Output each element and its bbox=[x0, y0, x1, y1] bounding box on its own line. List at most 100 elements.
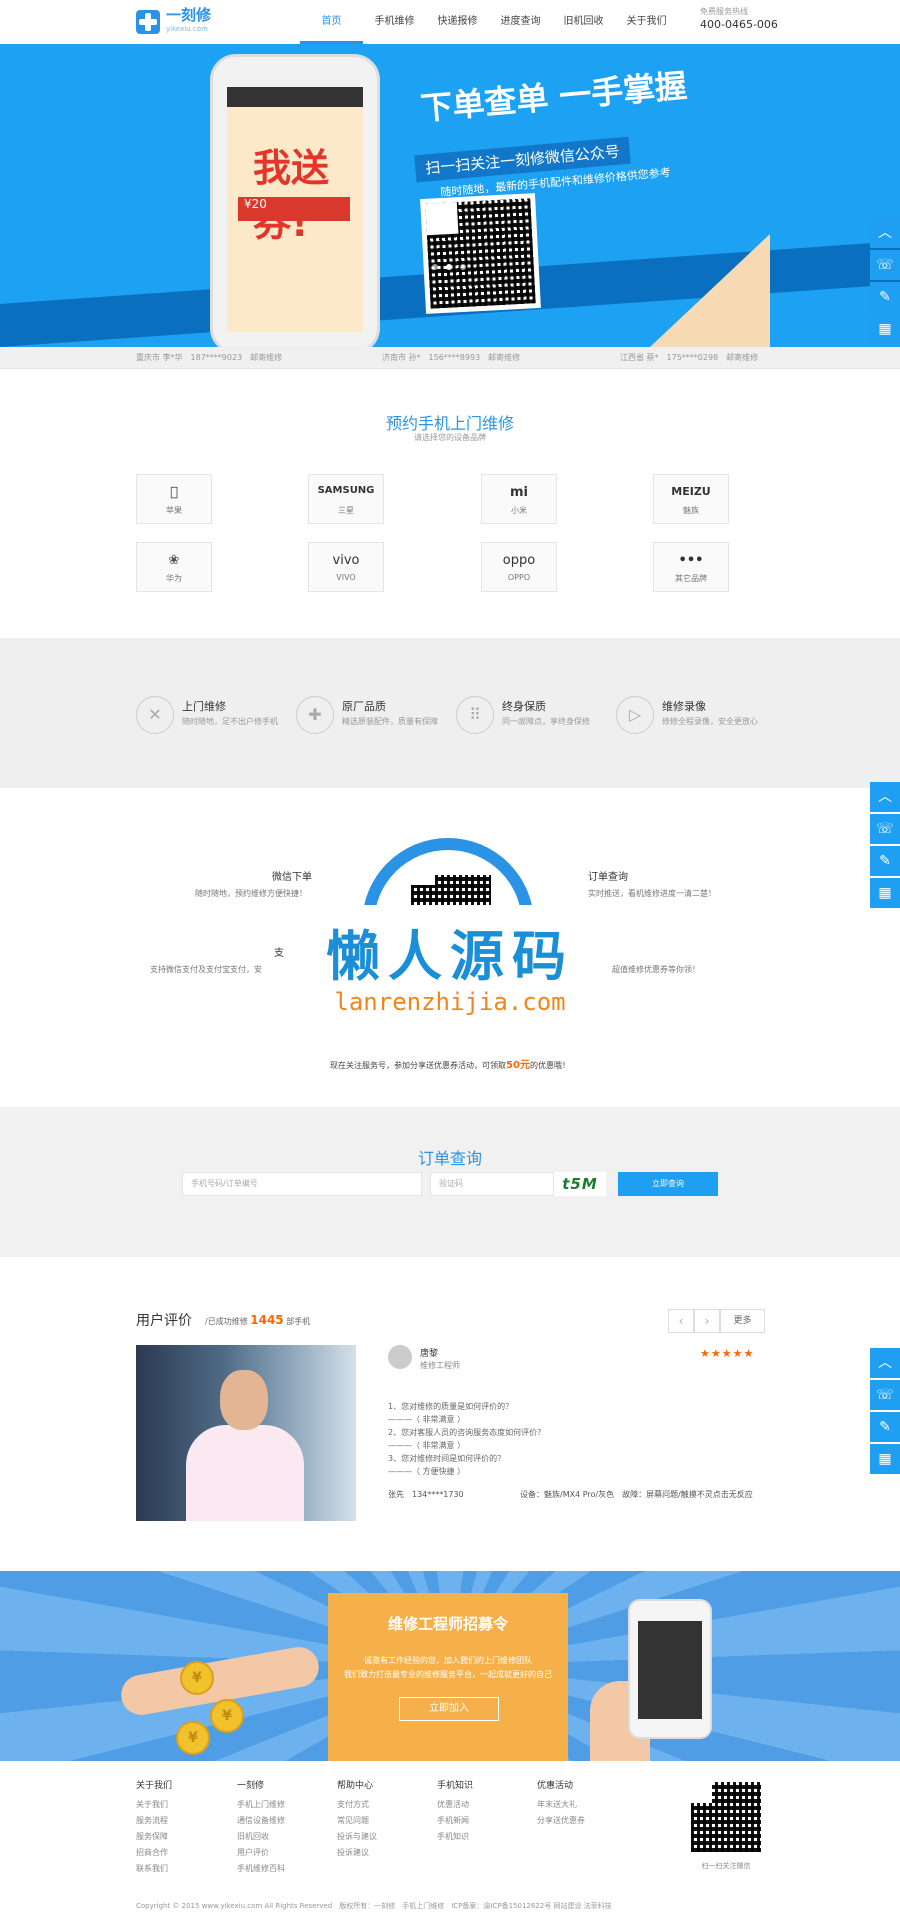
arrow-up-icon[interactable]: ︿ bbox=[870, 218, 900, 248]
coin-icon: ¥ bbox=[210, 1699, 244, 1733]
reviews-more-button[interactable]: 更多 bbox=[720, 1309, 765, 1333]
edit-icon[interactable]: ✎ bbox=[870, 282, 900, 312]
features-strip: ✕ 上门维修 随时随地，足不出户修手机 ✚ 原厂品质 精选原装配件，质量有保障 ⠿ 终身保… bbox=[0, 638, 900, 788]
footer-link[interactable]: 手机上门维修 bbox=[237, 1797, 285, 1813]
nav-home[interactable]: 首页 bbox=[300, 0, 363, 44]
footer-link[interactable]: 手机维修百科 bbox=[237, 1861, 285, 1877]
review-answer: ———（ 方便快捷 ） bbox=[388, 1467, 466, 1476]
coin-icon: ¥ bbox=[176, 1721, 210, 1755]
footer-link[interactable]: 投诉建议 bbox=[337, 1845, 377, 1861]
brand-meizu[interactable]: MEIZU 魅族 bbox=[653, 474, 729, 524]
qr-icon[interactable]: ▦ bbox=[870, 314, 900, 344]
brand-other[interactable]: ••• 其它品牌 bbox=[653, 542, 729, 592]
nav-phone-repair[interactable]: 手机维修 bbox=[363, 0, 426, 44]
captcha-input[interactable]: 验证码 bbox=[430, 1172, 554, 1196]
recruit-line: 诚邀有工作经验的您，加入我们的上门维修团队 bbox=[364, 1656, 532, 1665]
process-order-desc: 实时推送，看机维修进度一清二楚！ bbox=[588, 889, 716, 898]
review-question: 2、您对客服人员的咨询服务态度如何评价？ bbox=[388, 1428, 546, 1437]
footer-link[interactable]: 分享送优惠券 bbox=[537, 1813, 585, 1829]
arrow-up-icon[interactable]: ︿ bbox=[870, 1348, 900, 1378]
footer-qr-caption: 扫一扫关注微信 bbox=[701, 1862, 751, 1870]
footer-link[interactable]: 旧机回收 bbox=[237, 1829, 285, 1845]
recruit-phone-image bbox=[628, 1599, 712, 1739]
footer-col-about: 关于我们 关于我们 服务流程 服务保障 招商合作 联系我们 bbox=[136, 1778, 172, 1877]
logo[interactable]: 一刻修 yikexiu.com bbox=[136, 8, 236, 36]
process-wechat-desc: 随时随地，预约维修方便快捷！ bbox=[195, 889, 307, 898]
brand-huawei[interactable]: ❀ 华为 bbox=[136, 542, 212, 592]
footer-link[interactable]: 服务保障 bbox=[136, 1829, 172, 1845]
review-question: 3、您对维修时间是如何评价的？ bbox=[388, 1454, 506, 1463]
footer-col-help: 帮助中心 支付方式 常见问题 投诉与建议 投诉建议 bbox=[337, 1778, 377, 1861]
phone-price: ¥20 bbox=[244, 197, 267, 211]
qr-icon[interactable]: ▦ bbox=[870, 1444, 900, 1474]
footer-link[interactable]: 优惠活动 bbox=[437, 1797, 473, 1813]
main-nav: 首页 手机维修 快递报修 进度查询 旧机回收 关于我们 bbox=[300, 0, 678, 44]
side-toolbar: ︿ ☏ ✎ ▦ bbox=[870, 782, 900, 910]
footer-link[interactable]: 通信设备维修 bbox=[237, 1813, 285, 1829]
banner-dot-active[interactable] bbox=[446, 264, 452, 270]
process-pay-desc: 支持微信支付及支付宝支付，安 bbox=[150, 965, 262, 974]
watermark-url: lanrenzhijia.com bbox=[334, 988, 566, 1016]
brand-oppo[interactable]: oppo OPPO bbox=[481, 542, 557, 592]
phone-icon[interactable]: ☏ bbox=[870, 814, 900, 844]
review-device: 设备：魅族/MX4 Pro/灰色 故障：屏幕问题/触摸不灵点击无反应 bbox=[520, 1490, 753, 1499]
ticker-item: 江西省 蔡* 175****0298 邮寄维修 bbox=[620, 353, 759, 362]
nav-express-repair[interactable]: 快递报修 bbox=[426, 0, 489, 44]
edit-icon[interactable]: ✎ bbox=[870, 846, 900, 876]
footer-link[interactable]: 投诉与建议 bbox=[337, 1829, 377, 1845]
nav-about[interactable]: 关于我们 bbox=[615, 0, 678, 44]
brand-samsung[interactable]: SAMSUNG 三星 bbox=[308, 474, 384, 524]
apple-icon:  bbox=[137, 485, 211, 501]
footer-link[interactable]: 手机新闻 bbox=[437, 1813, 473, 1829]
nav-progress[interactable]: 进度查询 bbox=[489, 0, 552, 44]
order-ticker: 重庆市 李*华 187****9023 邮寄维修 济南市 孙* 156****8… bbox=[0, 347, 900, 369]
huawei-icon: ❀ bbox=[168, 553, 180, 568]
order-number-input[interactable]: 手机号码/订单编号 bbox=[182, 1172, 422, 1196]
engineer-role: 维修工程师 bbox=[420, 1361, 460, 1370]
header: 一刻修 yikexiu.com 首页 手机维修 快递报修 进度查询 旧机回收 关于… bbox=[0, 0, 900, 44]
footer-col-knowledge: 手机知识 优惠活动 手机新闻 手机知识 bbox=[437, 1778, 473, 1845]
hotline-number: 400-0465-006 bbox=[700, 18, 778, 31]
brand-apple[interactable]: 苹果 bbox=[136, 474, 212, 524]
reviews-next-button[interactable]: › bbox=[694, 1309, 720, 1333]
banner-phone-image: 我送券! ¥20 bbox=[210, 54, 380, 347]
rating-stars: ★★★★★ bbox=[700, 1347, 755, 1360]
qr-icon[interactable]: ▦ bbox=[870, 878, 900, 908]
footer-link[interactable]: 手机知识 bbox=[437, 1829, 473, 1845]
wrench-icon: ✕ bbox=[136, 696, 174, 734]
edit-icon[interactable]: ✎ bbox=[870, 1412, 900, 1442]
query-button[interactable]: 立即查询 bbox=[618, 1172, 718, 1196]
feature-video: ▷ 维修录像 修修全程录像，安全更放心 bbox=[616, 696, 796, 736]
review-answer: ———（ 非常满意 ） bbox=[388, 1415, 466, 1424]
footer-link[interactable]: 用户评价 bbox=[237, 1845, 285, 1861]
phone-icon[interactable]: ☏ bbox=[870, 250, 900, 280]
phone-icon[interactable]: ☏ bbox=[870, 1380, 900, 1410]
reviews-count: /已成功维修 1445 部手机 bbox=[205, 1313, 311, 1327]
banner-dot[interactable] bbox=[460, 264, 466, 270]
phone-promo-text: 我送券! bbox=[253, 146, 330, 245]
process-pay-title: 支 bbox=[274, 948, 284, 959]
recruit-banner[interactable]: ¥ ¥ ¥ 维修工程师招募令 诚邀有工作经验的您，加入我们的上门维修团队 我们致… bbox=[0, 1571, 900, 1761]
footer-col-promos: 优惠活动 年末送大礼 分享送优惠券 bbox=[537, 1778, 585, 1829]
brand-xiaomi[interactable]: mi 小米 bbox=[481, 474, 557, 524]
dots-icon: ⠿ bbox=[456, 696, 494, 734]
footer-link[interactable]: 支付方式 bbox=[337, 1797, 377, 1813]
footer-link[interactable]: 联系我们 bbox=[136, 1861, 172, 1877]
footer-link[interactable]: 常见问题 bbox=[337, 1813, 377, 1829]
footer-link[interactable]: 关于我们 bbox=[136, 1797, 172, 1813]
hero-banner[interactable]: 我送券! ¥20 下单查单 一手掌握 扫一扫关注一刻修微信公众号 随时随地，最新… bbox=[0, 44, 900, 347]
footer-link[interactable]: 服务流程 bbox=[136, 1813, 172, 1829]
recruit-line: 我们致力打造最专业的维修服务平台，一起成就更好的自己 bbox=[344, 1670, 552, 1679]
captcha-image[interactable]: t5M bbox=[554, 1172, 606, 1196]
banner-dot[interactable] bbox=[432, 264, 438, 270]
brand-vivo[interactable]: vivo VIVO bbox=[308, 542, 384, 592]
side-toolbar: ︿ ☏ ✎ ▦ bbox=[870, 218, 900, 346]
reviews-prev-button[interactable]: ‹ bbox=[668, 1309, 694, 1333]
footer-link[interactable]: 年末送大礼 bbox=[537, 1797, 585, 1813]
footer-link[interactable]: 招商合作 bbox=[136, 1845, 172, 1861]
nav-recycle[interactable]: 旧机回收 bbox=[552, 0, 615, 44]
arrow-up-icon[interactable]: ︿ bbox=[870, 782, 900, 812]
recruit-title: 维修工程师招募令 bbox=[387, 1615, 508, 1633]
join-button[interactable]: 立即加入 bbox=[399, 1697, 499, 1721]
reviews-title: 用户评价 bbox=[136, 1313, 192, 1329]
